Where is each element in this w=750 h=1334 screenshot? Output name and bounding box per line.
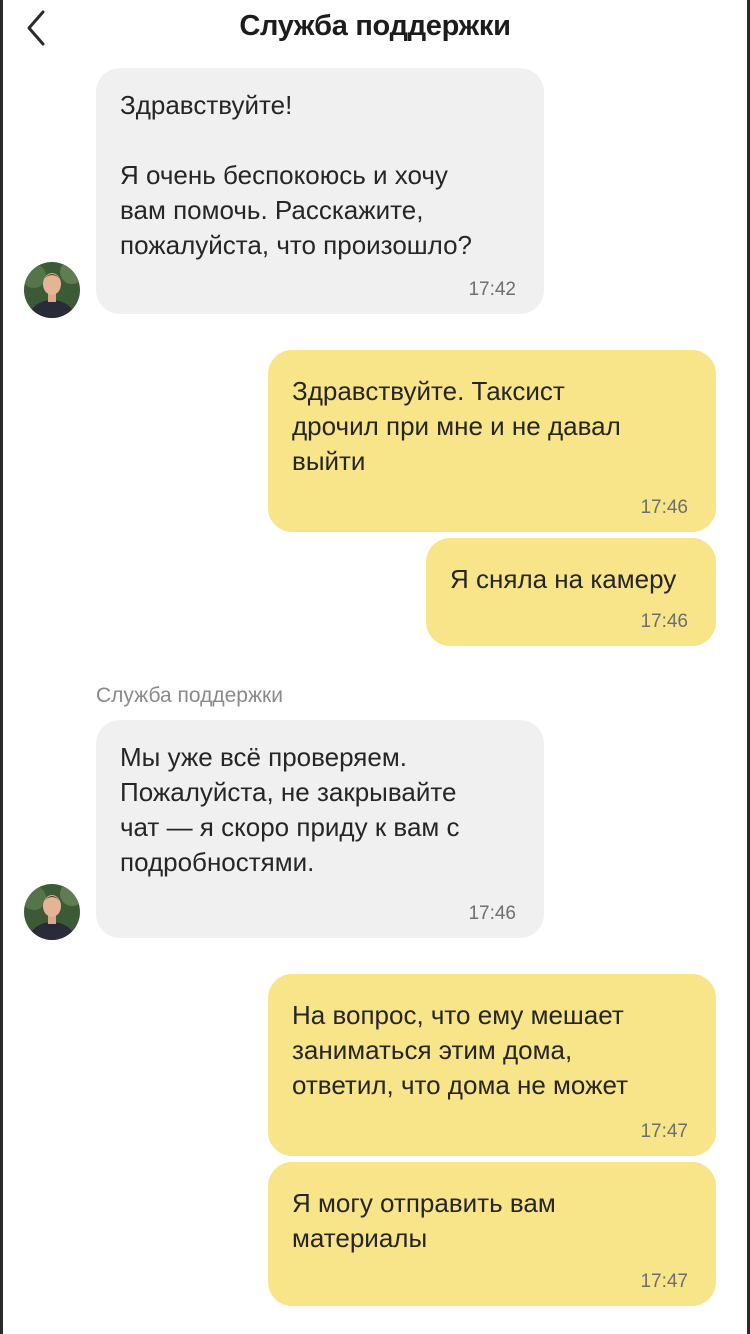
outgoing-message-bubble[interactable]: Я могу отправить вам материалы 17:47 bbox=[268, 1162, 716, 1306]
message-text: Здравствуйте! Я очень беспокоюсь и хочу … bbox=[120, 90, 473, 260]
sender-name: Служба поддержки bbox=[96, 684, 283, 707]
page-title: Служба поддержки bbox=[239, 10, 511, 42]
chat-header: Служба поддержки bbox=[0, 0, 750, 56]
message-time: 17:46 bbox=[640, 611, 688, 632]
incoming-message-bubble[interactable]: Мы уже всё проверяем. Пожалуйста, не зак… bbox=[96, 720, 544, 938]
avatar[interactable] bbox=[24, 884, 80, 940]
message-time: 17:47 bbox=[640, 1121, 688, 1142]
avatar[interactable] bbox=[24, 262, 80, 318]
message-text: На вопрос, что ему мешает заниматься эти… bbox=[292, 1000, 628, 1100]
message-text: Я сняла на камеру bbox=[450, 564, 677, 594]
incoming-message-bubble[interactable]: Здравствуйте! Я очень беспокоюсь и хочу … bbox=[96, 68, 544, 314]
message-text: Мы уже всё проверяем. Пожалуйста, не зак… bbox=[120, 742, 460, 877]
message-time: 17:47 bbox=[640, 1271, 688, 1292]
support-agent-avatar-icon bbox=[24, 884, 80, 940]
outgoing-message-bubble[interactable]: Здравствуйте. Таксист дрочил при мне и н… bbox=[268, 350, 716, 532]
message-text: Здравствуйте. Таксист дрочил при мне и н… bbox=[292, 376, 621, 476]
outgoing-message-bubble[interactable]: Я сняла на камеру 17:46 bbox=[426, 538, 716, 646]
outgoing-message-bubble[interactable]: На вопрос, что ему мешает заниматься эти… bbox=[268, 974, 716, 1156]
support-agent-avatar-icon bbox=[24, 262, 80, 318]
message-time: 17:42 bbox=[468, 279, 516, 300]
message-time: 17:46 bbox=[640, 497, 688, 518]
message-time: 17:46 bbox=[468, 903, 516, 924]
message-text: Я могу отправить вам материалы bbox=[292, 1188, 556, 1253]
